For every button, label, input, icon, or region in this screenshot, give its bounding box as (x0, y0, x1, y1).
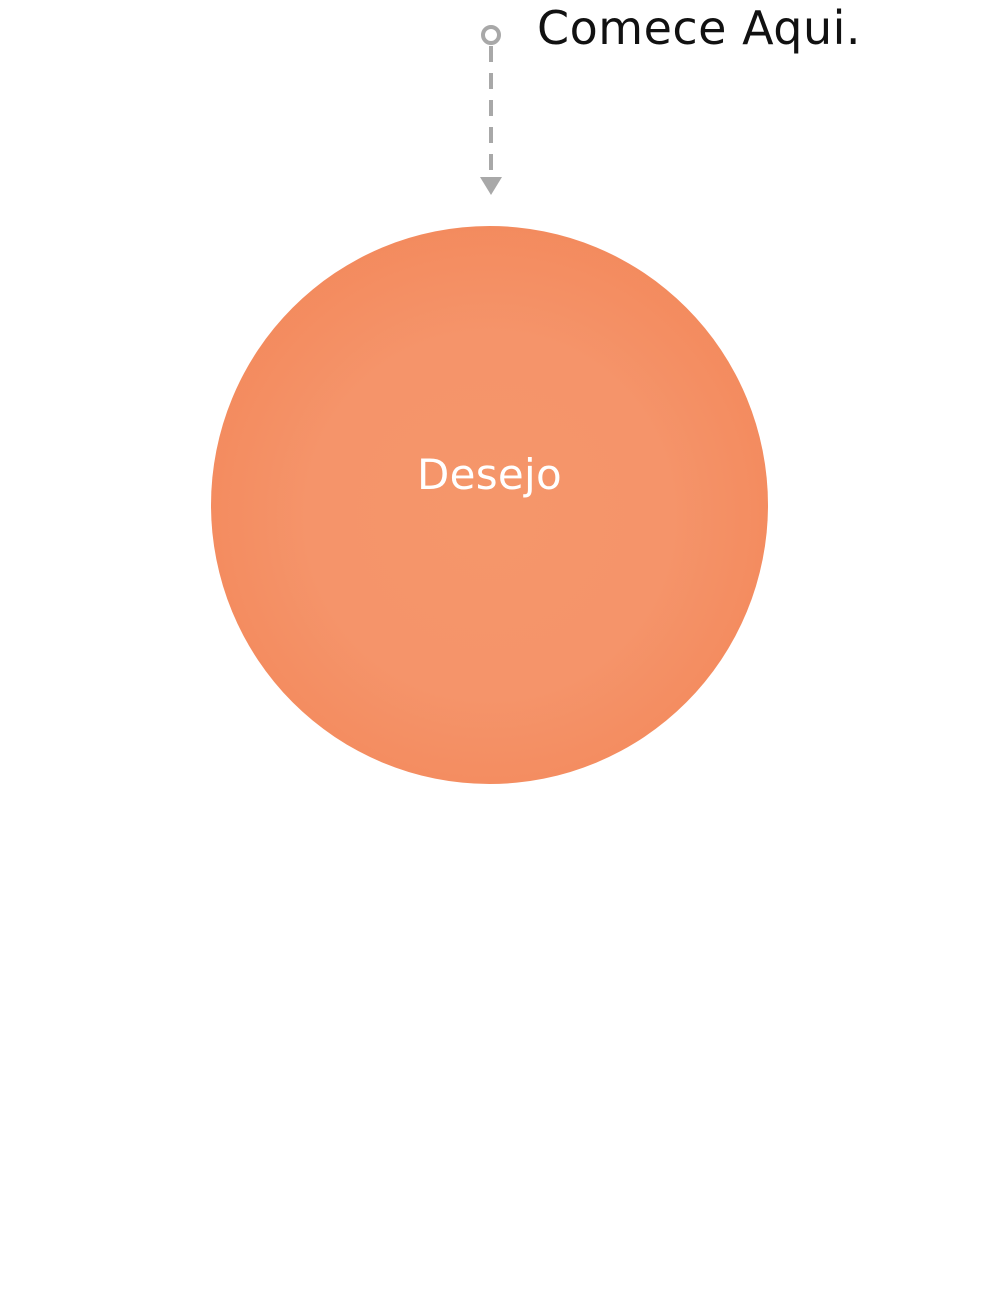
start-connector (480, 25, 502, 195)
arrowhead-icon (480, 177, 502, 195)
start-point-icon (481, 25, 501, 45)
desire-node-label: Desejo (416, 450, 563, 499)
desire-node (211, 226, 768, 784)
